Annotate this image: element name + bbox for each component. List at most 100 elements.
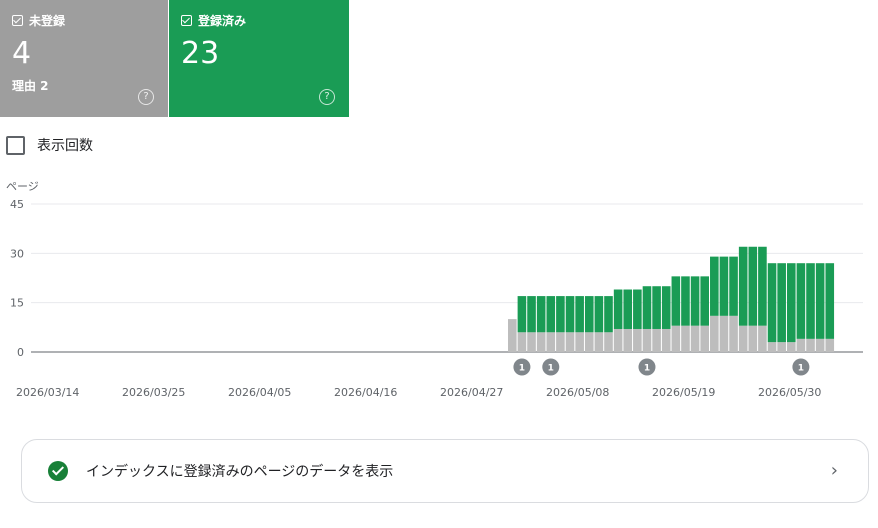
- bar-unindexed[interactable]: [777, 342, 786, 352]
- view-indexed-pages-label: インデックスに登録済みのページのデータを表示: [86, 464, 394, 480]
- bar-indexed[interactable]: [767, 263, 777, 343]
- impressions-toggle-label: 表示回数: [37, 138, 93, 154]
- bar-indexed[interactable]: [806, 263, 815, 339]
- bar-unindexed[interactable]: [565, 332, 575, 352]
- bar-unindexed[interactable]: [604, 332, 613, 352]
- bar-indexed[interactable]: [556, 296, 565, 333]
- bar-indexed[interactable]: [815, 263, 825, 339]
- bar-unindexed[interactable]: [690, 325, 700, 352]
- bar-indexed[interactable]: [613, 289, 623, 329]
- bar-unindexed[interactable]: [825, 338, 835, 352]
- bar-indexed[interactable]: [729, 256, 738, 316]
- bar-unindexed[interactable]: [748, 325, 758, 352]
- bar-indexed[interactable]: [681, 276, 690, 326]
- bar-indexed[interactable]: [536, 296, 546, 333]
- bar-indexed[interactable]: [565, 296, 575, 333]
- bar-unindexed[interactable]: [594, 332, 604, 352]
- y-tick-label: 15: [10, 297, 24, 310]
- bar-unindexed[interactable]: [729, 315, 738, 352]
- bar-indexed[interactable]: [748, 246, 758, 326]
- y-axis-title: ページ: [6, 180, 39, 193]
- bar-indexed[interactable]: [690, 276, 700, 326]
- bar-indexed[interactable]: [527, 296, 536, 333]
- bar-indexed[interactable]: [671, 276, 681, 326]
- bar-unindexed[interactable]: [758, 325, 767, 352]
- help-icon[interactable]: ?: [138, 89, 154, 105]
- unindexed-card-label: 未登録: [29, 14, 66, 28]
- y-tick-label: 30: [10, 247, 24, 260]
- bar-unindexed[interactable]: [806, 338, 815, 352]
- bar-indexed[interactable]: [652, 286, 661, 329]
- bar-indexed[interactable]: [633, 289, 642, 329]
- bar-unindexed[interactable]: [517, 332, 527, 352]
- bar-unindexed[interactable]: [681, 325, 690, 352]
- unindexed-card-header: 未登録: [12, 12, 65, 29]
- bar-unindexed[interactable]: [527, 332, 536, 352]
- bar-unindexed[interactable]: [536, 332, 546, 352]
- annotation-label: 1: [519, 364, 525, 374]
- pages-bar-chart: ページ 45 30 15 0 1 1 1 1 2026/03/14 2026/03/25 202…: [6, 180, 863, 399]
- bar-unindexed[interactable]: [767, 342, 777, 352]
- bar-indexed[interactable]: [642, 286, 652, 329]
- indexed-count: 23: [181, 36, 220, 71]
- checkbox-checked-icon[interactable]: [181, 15, 192, 26]
- bar-indexed[interactable]: [825, 263, 835, 339]
- bar-unindexed[interactable]: [652, 328, 661, 352]
- bar-unindexed[interactable]: [719, 315, 729, 352]
- unindexed-reason-count: 理由 2: [12, 79, 49, 93]
- bar-unindexed[interactable]: [815, 338, 825, 352]
- bar-indexed[interactable]: [661, 286, 671, 329]
- bar-unindexed[interactable]: [633, 328, 642, 352]
- bar-indexed[interactable]: [796, 263, 806, 339]
- bar-unindexed[interactable]: [584, 332, 594, 352]
- bar-indexed[interactable]: [594, 296, 604, 333]
- x-tick-label: 2026/03/14: [16, 386, 79, 399]
- y-tick-label: 45: [10, 198, 24, 211]
- check-circle-icon: [48, 461, 68, 481]
- checkbox-checked-icon[interactable]: [12, 15, 23, 26]
- bar-indexed[interactable]: [575, 296, 584, 333]
- unindexed-summary-card[interactable]: 未登録 4 理由 2 ?: [0, 0, 168, 117]
- bar-indexed[interactable]: [546, 296, 556, 333]
- bar-unindexed[interactable]: [623, 328, 633, 352]
- bar-indexed[interactable]: [517, 296, 527, 333]
- bar-unindexed[interactable]: [613, 328, 623, 352]
- impressions-toggle[interactable]: 表示回数: [6, 135, 93, 155]
- bar-unindexed[interactable]: [508, 319, 517, 352]
- bar-unindexed[interactable]: [575, 332, 584, 352]
- indexed-card-label: 登録済み: [198, 14, 247, 28]
- x-tick-label: 2026/05/08: [546, 386, 609, 399]
- indexed-summary-card[interactable]: 登録済み 23 ?: [169, 0, 349, 117]
- bar-unindexed[interactable]: [700, 325, 709, 352]
- checkbox-unchecked-icon[interactable]: [6, 135, 25, 155]
- bar-indexed[interactable]: [623, 289, 633, 329]
- y-tick-label: 0: [17, 346, 24, 359]
- x-tick-label: 2026/03/25: [122, 386, 185, 399]
- bar-indexed[interactable]: [786, 263, 796, 343]
- bar-unindexed[interactable]: [556, 332, 565, 352]
- bar-unindexed[interactable]: [738, 325, 748, 352]
- bar-indexed[interactable]: [710, 256, 719, 316]
- bar-unindexed[interactable]: [671, 325, 681, 352]
- annotation-marker[interactable]: 1: [638, 358, 656, 376]
- annotation-marker[interactable]: 1: [542, 358, 560, 376]
- bar-indexed[interactable]: [604, 296, 613, 333]
- bar-unindexed[interactable]: [786, 342, 796, 352]
- help-icon[interactable]: ?: [319, 89, 335, 105]
- x-tick-label: 2026/05/19: [652, 386, 715, 399]
- indexed-card-header: 登録済み: [181, 12, 246, 29]
- bar-indexed[interactable]: [700, 276, 709, 326]
- annotation-marker[interactable]: 1: [792, 358, 810, 376]
- bar-indexed[interactable]: [738, 246, 748, 326]
- bar-unindexed[interactable]: [796, 338, 806, 352]
- view-indexed-pages-button[interactable]: インデックスに登録済みのページのデータを表示 ›: [21, 439, 869, 503]
- bar-unindexed[interactable]: [546, 332, 556, 352]
- bar-unindexed[interactable]: [710, 315, 719, 352]
- bar-indexed[interactable]: [719, 256, 729, 316]
- bar-indexed[interactable]: [777, 263, 786, 343]
- bar-indexed[interactable]: [584, 296, 594, 333]
- bar-unindexed[interactable]: [642, 328, 652, 352]
- bar-unindexed[interactable]: [661, 328, 671, 352]
- bar-indexed[interactable]: [758, 246, 767, 326]
- annotation-marker[interactable]: 1: [513, 358, 531, 376]
